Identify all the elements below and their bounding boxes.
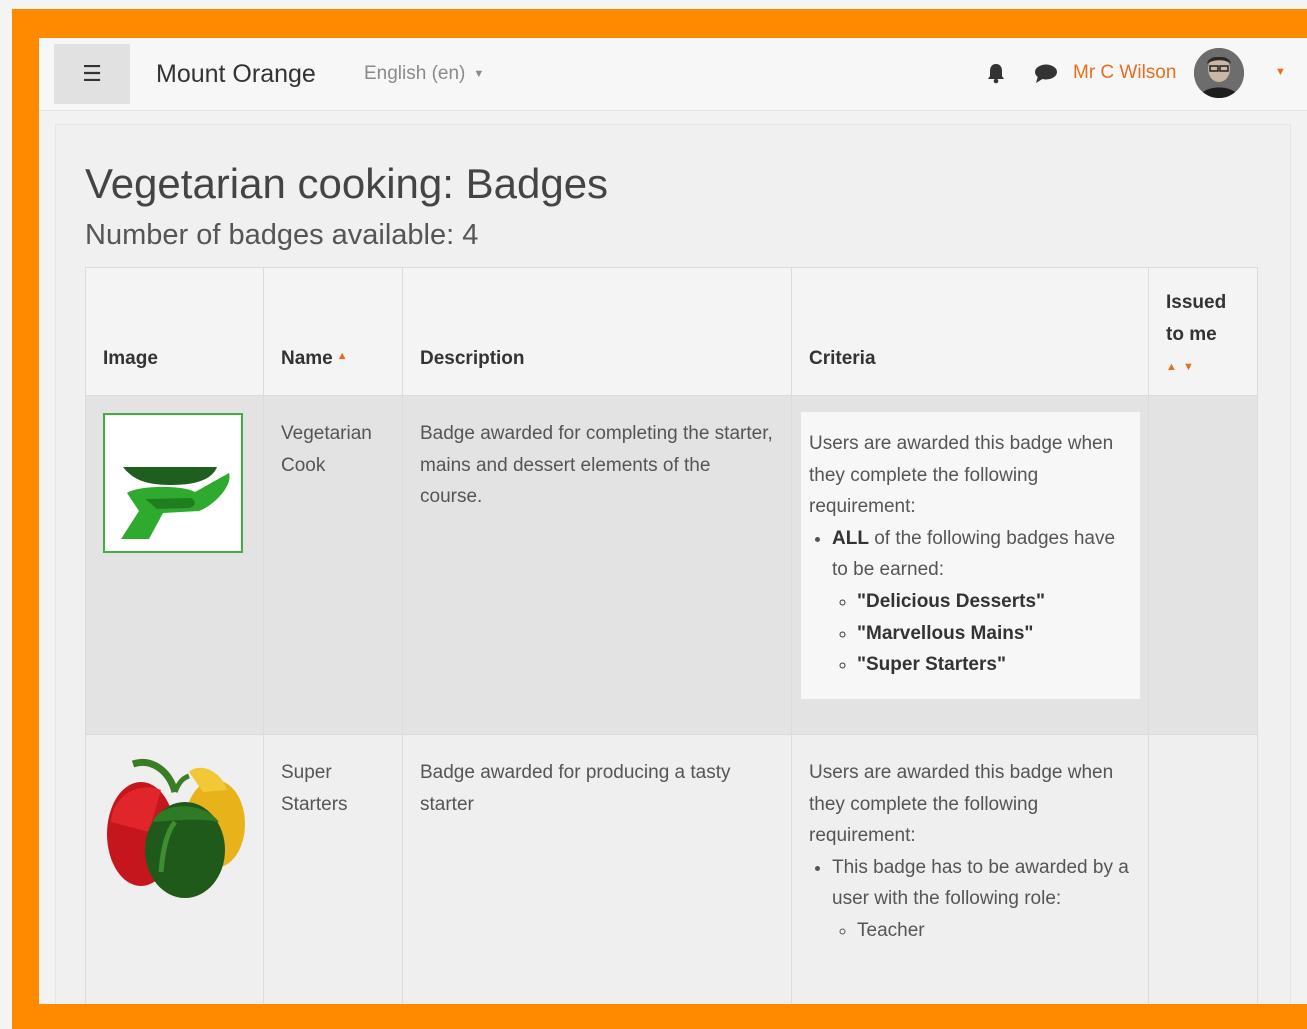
page-content: Vegetarian cooking: Badges Number of bad… xyxy=(55,124,1291,1004)
criteria-intro: Users are awarded this badge when they c… xyxy=(809,433,1114,518)
criteria-item-bold: ALL xyxy=(832,527,869,549)
badge-image-cell xyxy=(85,734,264,1004)
hamburger-menu-button[interactable]: ☰ xyxy=(54,44,130,104)
criteria-sublist: Teacher xyxy=(832,915,1132,947)
user-name-link[interactable]: Mr C Wilson xyxy=(1073,62,1176,84)
issued-to-me-cell xyxy=(1148,395,1258,735)
table-header-row: Image Name ▲ Description Criteria Issued … xyxy=(85,267,1258,396)
required-role: Teacher xyxy=(857,915,1132,947)
badges-table: Image Name ▲ Description Criteria Issued … xyxy=(85,267,1258,1004)
criteria-item-text: of the following badges have to be earne… xyxy=(832,527,1116,581)
badge-criteria-cell: Users are awarded this badge when they c… xyxy=(791,734,1149,1004)
browser-viewport: ☰ Mount Orange English (en) ▼ Mr C Wilson xyxy=(39,38,1307,1004)
bell-icon[interactable] xyxy=(986,62,1006,84)
criteria-list: This badge has to be awarded by a user w… xyxy=(809,852,1132,947)
sort-toggle-icon: ▲ ▼ xyxy=(1166,361,1194,373)
badge-image-vegetarian-cook[interactable] xyxy=(103,413,243,553)
badge-description: Badge awarded for completing the starter… xyxy=(402,395,792,735)
badge-description: Badge awarded for producing a tasty star… xyxy=(402,734,792,1004)
caret-down-icon: ▼ xyxy=(473,67,485,80)
badge-image-super-starters[interactable] xyxy=(103,752,249,902)
window-frame-top xyxy=(0,0,1307,9)
criteria-item: This badge has to be awarded by a user w… xyxy=(832,852,1132,947)
window-frame-left xyxy=(0,9,12,1029)
criteria-intro: Users are awarded this badge when they c… xyxy=(809,762,1114,847)
criteria-item: ALL of the following badges have to be e… xyxy=(832,523,1132,681)
badge-criteria-cell: Users are awarded this badge when they c… xyxy=(791,395,1149,735)
user-menu-caret-icon[interactable]: ▼ xyxy=(1275,66,1286,78)
hand-bowl-icon xyxy=(121,467,230,539)
column-header-description: Description xyxy=(402,267,792,396)
table-row: Super Starters Badge awarded for produci… xyxy=(85,734,1258,1004)
badge-name-cell: Vegetarian Cook xyxy=(263,395,403,735)
column-header-issued-label: Issued to me xyxy=(1166,292,1227,345)
table-row: Vegetarian Cook Badge awarded for comple… xyxy=(85,395,1258,735)
badge-image-cell xyxy=(85,395,264,735)
criteria-item-text: This badge has to be awarded by a user w… xyxy=(832,856,1129,910)
hamburger-icon: ☰ xyxy=(82,61,102,86)
page-title: Vegetarian cooking: Badges xyxy=(85,160,609,207)
top-navbar: ☰ Mount Orange English (en) ▼ Mr C Wilson xyxy=(39,38,1307,111)
column-header-criteria: Criteria xyxy=(791,267,1149,396)
language-label: English (en) xyxy=(364,63,466,84)
criteria-box: Users are awarded this badge when they c… xyxy=(801,412,1140,699)
badges-count: Number of badges available: 4 xyxy=(85,219,479,251)
required-badge-link[interactable]: "Super Starters" xyxy=(857,649,1132,681)
column-header-name-label: Name xyxy=(281,348,333,369)
required-badge-link[interactable]: "Delicious Desserts" xyxy=(857,586,1132,618)
avatar-photo-icon xyxy=(1194,48,1244,98)
badge-name[interactable]: Vegetarian Cook xyxy=(281,423,372,476)
column-header-name[interactable]: Name ▲ xyxy=(263,267,403,396)
chat-icon[interactable] xyxy=(1034,64,1058,84)
sort-ascending-icon: ▲ xyxy=(336,350,348,362)
language-menu[interactable]: English (en) ▼ xyxy=(364,63,484,85)
column-header-issued[interactable]: Issued to me ▲ ▼ xyxy=(1148,267,1258,396)
column-header-image: Image xyxy=(85,267,264,396)
site-name-link[interactable]: Mount Orange xyxy=(156,60,316,89)
badge-name-cell: Super Starters xyxy=(263,734,403,1004)
badge-name[interactable]: Super Starters xyxy=(281,762,348,815)
criteria-sublist: "Delicious Desserts" "Marvellous Mains" … xyxy=(832,586,1132,681)
user-avatar[interactable] xyxy=(1194,48,1244,98)
required-badge-link[interactable]: "Marvellous Mains" xyxy=(857,618,1132,650)
issued-to-me-cell xyxy=(1148,734,1258,1004)
criteria-list: ALL of the following badges have to be e… xyxy=(809,523,1132,681)
